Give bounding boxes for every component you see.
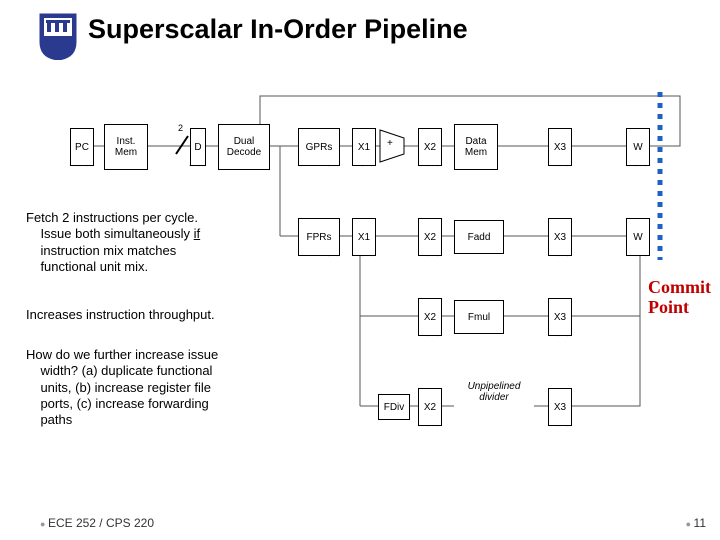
stage-x1-int: X1	[352, 128, 376, 166]
body-paragraph-1: Fetch 2 instructions per cycle. Issue bo…	[26, 210, 200, 275]
slide-number: 11	[686, 516, 706, 530]
body-paragraph-2: Increases instruction throughput.	[26, 307, 215, 323]
stage-imem: Inst. Mem	[104, 124, 148, 170]
stage-x2-int: X2	[418, 128, 442, 166]
footer-course: ECE 252 / CPS 220	[40, 516, 154, 530]
stage-x3-fmul: X3	[548, 298, 572, 336]
stage-fmul: Fmul	[454, 300, 504, 334]
stage-x2-fadd: X2	[418, 218, 442, 256]
stage-fdiv: FDiv	[378, 394, 410, 420]
stage-gprs: GPRs	[298, 128, 340, 166]
stage-x2-div: X2	[418, 388, 442, 426]
stage-x1-fp: X1	[352, 218, 376, 256]
stage-x2-fmul: X2	[418, 298, 442, 336]
stage-w-fp: W	[626, 218, 650, 256]
stage-dmem: Data Mem	[454, 124, 498, 170]
stage-x3-div: X3	[548, 388, 572, 426]
stage-x3-int: X3	[548, 128, 572, 166]
stage-fadd: Fadd	[454, 220, 504, 254]
commit-point-label: Commit Point	[648, 278, 711, 318]
body-paragraph-3: How do we further increase issue width? …	[26, 347, 218, 428]
stage-w-int: W	[626, 128, 650, 166]
stage-x3-fadd: X3	[548, 218, 572, 256]
bus-width-label: 2	[178, 123, 183, 133]
stage-fprs: FPRs	[298, 218, 340, 256]
stage-pc: PC	[70, 128, 94, 166]
alu-plus: +	[387, 138, 393, 149]
stage-decode: Dual Decode	[218, 124, 270, 170]
stage-unpipelined-divider: Unpipelined divider	[454, 374, 534, 410]
stage-d: D	[190, 128, 206, 166]
